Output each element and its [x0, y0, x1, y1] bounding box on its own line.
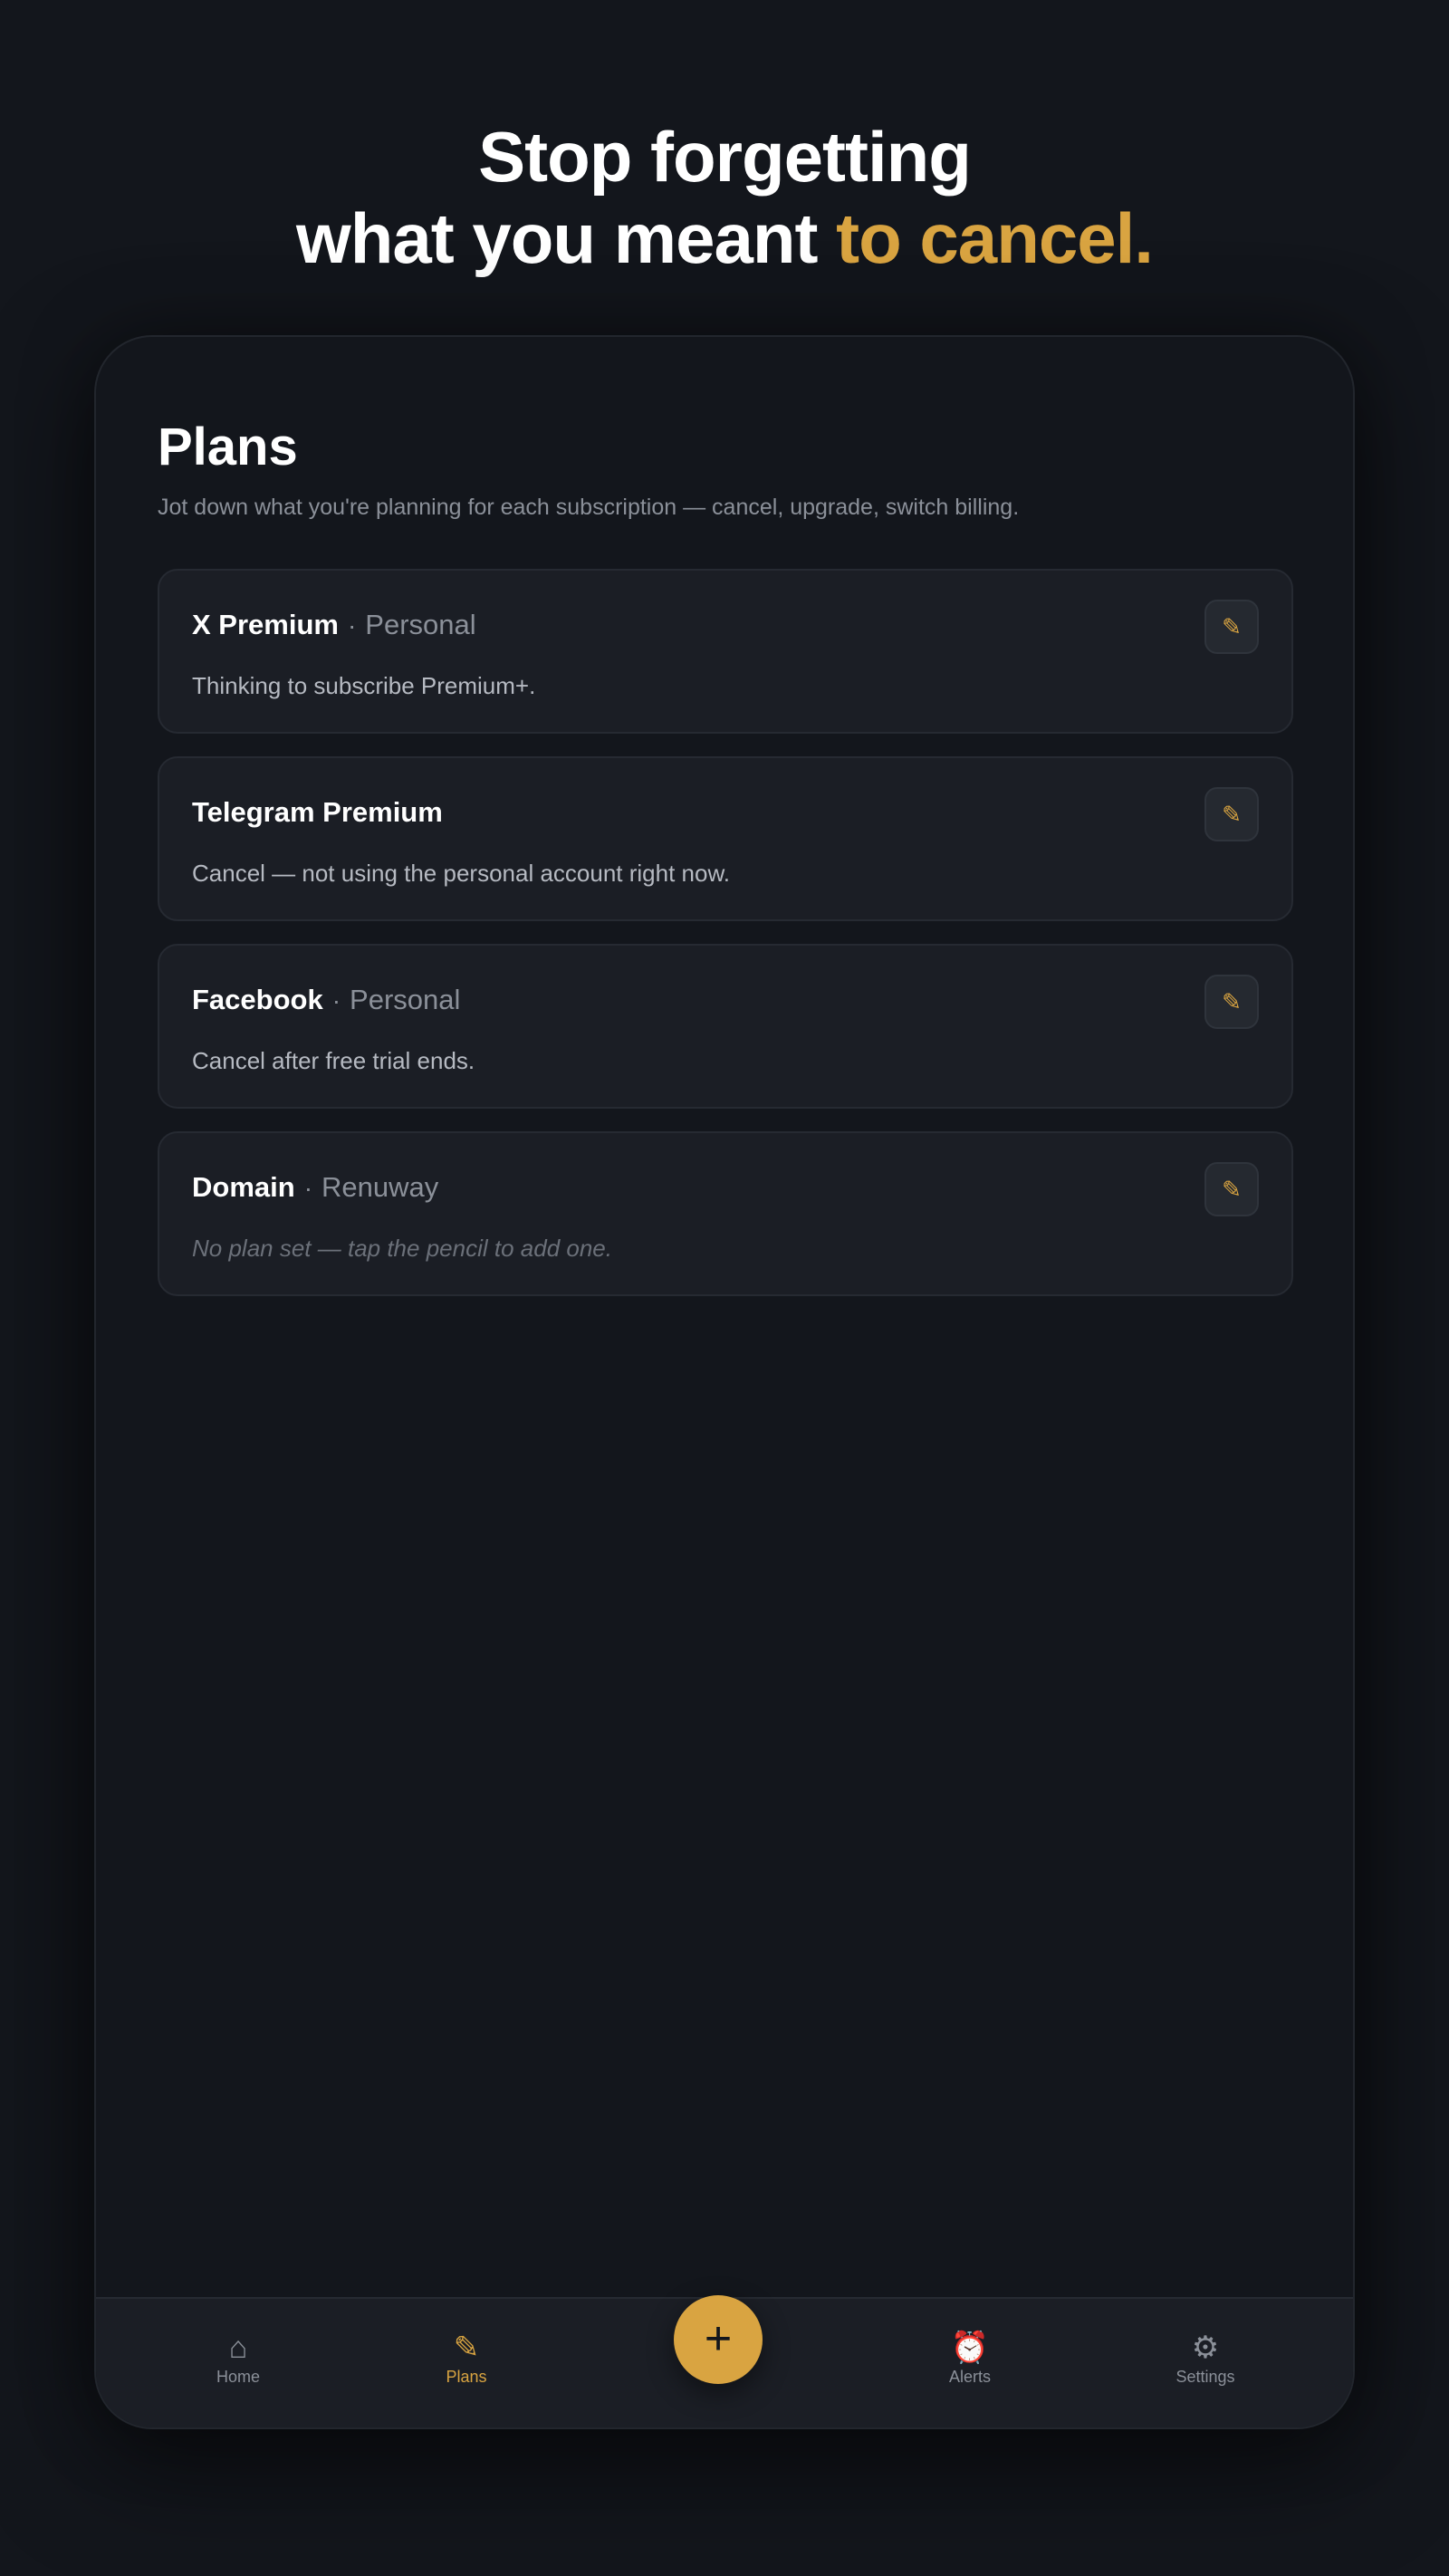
plan-name: X Premium [192, 609, 339, 640]
edit-plan-button[interactable]: ✎ [1204, 600, 1259, 654]
tab-home-label: Home [216, 2368, 260, 2386]
tab-plans-label: Plans [446, 2368, 487, 2386]
plan-card-facebook[interactable]: Facebook · Personal Cancel after free tria… [158, 944, 1293, 1109]
pencil-icon: ✎ [1222, 987, 1242, 1015]
hero-line-2-plain: what you meant [296, 198, 837, 278]
pencil-icon: ✎ [1222, 1175, 1242, 1203]
plan-card-title: X Premium · Personal [192, 609, 476, 641]
edit-plan-button[interactable]: ✎ [1204, 787, 1259, 841]
tab-settings[interactable]: ⚙ Settings [1133, 2331, 1278, 2387]
pencil-icon: ✎ [1222, 612, 1242, 640]
hero-line-2-accent: to cancel. [836, 198, 1154, 278]
plus-icon: + [704, 2312, 733, 2365]
plan-account: Personal [350, 984, 461, 1015]
plan-note: Cancel — not using the personal account … [192, 860, 731, 887]
tab-alerts[interactable]: ⏰ Alerts [897, 2331, 1042, 2387]
edit-plan-button[interactable]: ✎ [1204, 1162, 1259, 1216]
tab-home[interactable]: ⌂ Home [166, 2331, 311, 2387]
bottom-tab-bar: ⌂ Home ✎ Plans + ⏰ Alerts ⚙ Settings [96, 2295, 1353, 2427]
plan-card-title: Domain · Renuway [192, 1171, 438, 1204]
edit-plan-button[interactable]: ✎ [1204, 975, 1259, 1029]
hero-line-1: Stop forgetting [478, 117, 972, 197]
plan-card-telegram-premium[interactable]: Telegram Premium Cancel — not using the … [158, 756, 1293, 921]
phone-frame: Plans Jot down what you're planning for … [94, 335, 1355, 2429]
plan-name: Facebook [192, 984, 323, 1015]
plan-card-title: Facebook · Personal [192, 984, 460, 1016]
plan-note: Thinking to subscribe Premium+. [192, 672, 536, 699]
home-icon: ⌂ [228, 2331, 248, 2365]
plan-account: Renuway [321, 1171, 439, 1203]
plan-separator: · [331, 986, 341, 1014]
plan-separator: · [303, 1174, 313, 1202]
tab-alerts-label: Alerts [948, 2368, 991, 2386]
pencil-icon: ✎ [453, 2331, 480, 2365]
hero-headline: Stop forgetting what you meant to cancel… [0, 116, 1449, 279]
plan-note-empty: No plan set — tap the pencil to add one. [192, 1235, 612, 1262]
plan-name: Telegram Premium [192, 796, 443, 828]
plan-card-title: Telegram Premium [192, 796, 443, 829]
plans-list: X Premium · Personal Thinking to subscribe… [158, 569, 1293, 1319]
plan-account: Personal [365, 609, 476, 640]
tab-plans[interactable]: ✎ Plans [394, 2331, 539, 2387]
tab-settings-label: Settings [1176, 2368, 1235, 2386]
plan-card-x-premium[interactable]: X Premium · Personal Thinking to subscribe… [158, 569, 1293, 734]
plan-name: Domain [192, 1171, 295, 1203]
plan-card-domain[interactable]: Domain · Renuway No plan set — tap the pen… [158, 1131, 1293, 1296]
page-subtitle: Jot down what you're planning for each s… [158, 495, 1020, 520]
hero-line-2: what you meant to cancel. [0, 197, 1449, 279]
page-title: Plans [158, 418, 298, 476]
pencil-icon: ✎ [1222, 800, 1242, 828]
alarm-clock-icon: ⏰ [950, 2331, 990, 2365]
plan-note: Cancel after free trial ends. [192, 1047, 475, 1074]
add-subscription-button[interactable]: + [674, 2295, 763, 2384]
plan-separator: · [347, 611, 357, 639]
gear-icon: ⚙ [1191, 2331, 1220, 2365]
